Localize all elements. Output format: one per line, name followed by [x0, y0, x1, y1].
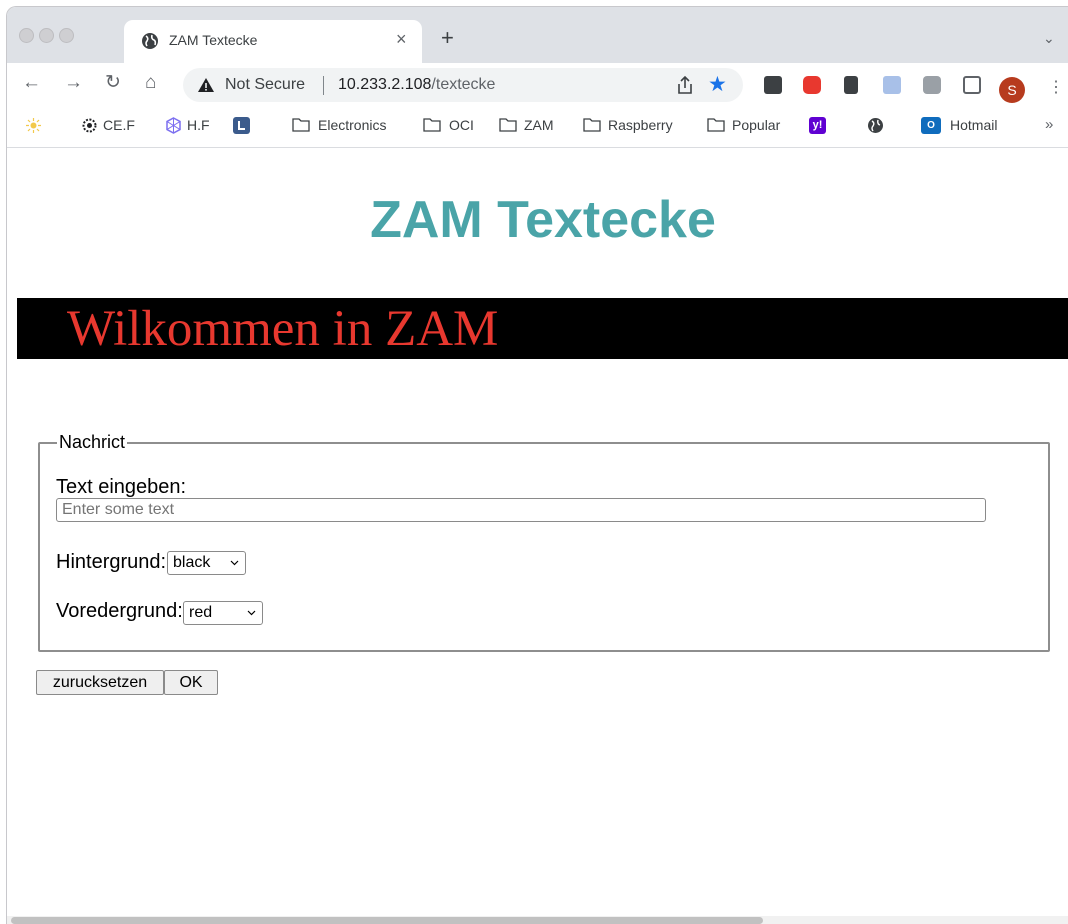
yahoo-icon[interactable]: y! — [809, 117, 826, 134]
warning-icon[interactable] — [197, 76, 215, 94]
address-bar[interactable]: Not Secure 10.233.2.108/textecke ★ — [183, 68, 743, 102]
url-text[interactable]: 10.233.2.108/textecke — [338, 76, 495, 94]
ok-button[interactable]: OK — [164, 670, 218, 695]
bookmarks-bar: CE.F H.F Electronics OCI ZAM Raspberry P… — [7, 107, 1068, 148]
bookmark-zam[interactable]: ZAM — [524, 116, 554, 134]
welcome-banner: Wilkommen in ZAM — [17, 298, 1068, 359]
home-button[interactable]: ⌂ — [145, 73, 156, 93]
bookmark-hotmail[interactable]: Hotmail — [950, 116, 997, 134]
message-fieldset: Nachrict Text eingeben: Hintergrund: bla… — [38, 432, 1050, 652]
extension-calendar-icon[interactable] — [883, 76, 901, 94]
browser-menu-icon[interactable]: ⋮ — [1048, 79, 1064, 97]
chevron-down-icon — [230, 560, 239, 566]
more-bookmarks-icon[interactable]: » — [1045, 116, 1053, 133]
browser-window: ZAM Textecke × + ⌄ ← → ↻ ⌂ Not Secure 10… — [6, 6, 1068, 924]
bookmark-oci[interactable]: OCI — [449, 116, 474, 134]
background-label: Hintergrund: — [56, 551, 167, 573]
reload-button[interactable]: ↻ — [105, 73, 121, 93]
bookmark-cef[interactable]: CE.F — [103, 116, 135, 134]
share-icon[interactable] — [676, 75, 694, 95]
extension-video-icon[interactable] — [803, 76, 821, 94]
new-tab-button[interactable]: + — [441, 27, 454, 49]
bookmark-popular[interactable]: Popular — [732, 116, 780, 134]
background-select[interactable]: black — [167, 551, 246, 575]
chevron-down-icon — [247, 610, 256, 616]
outlook-icon: O — [921, 117, 941, 134]
back-button[interactable]: ← — [22, 73, 41, 93]
hexagon-logo-icon — [166, 117, 181, 134]
message-text-input[interactable] — [56, 498, 986, 522]
bookmark-star-icon[interactable]: ★ — [708, 72, 727, 97]
extension-stack-icon[interactable] — [844, 76, 858, 94]
globe-icon[interactable] — [867, 117, 884, 134]
forward-button[interactable]: → — [64, 73, 83, 93]
active-tab[interactable]: ZAM Textecke × — [124, 20, 422, 63]
foreground-label: Voredergrund: — [56, 600, 183, 622]
foreground-select[interactable]: red — [183, 601, 263, 625]
profile-avatar[interactable]: S — [999, 77, 1025, 103]
text-input-label: Text eingeben: — [56, 476, 187, 498]
fieldset-legend: Nachrict — [57, 432, 128, 453]
folder-icon — [707, 118, 725, 132]
side-panel-icon[interactable] — [963, 76, 981, 94]
banner-text: Wilkommen in ZAM — [67, 301, 499, 357]
foreground-select-value: red — [189, 604, 213, 621]
url-host: 10.233.2.108 — [338, 76, 432, 93]
page-content: ZAM Textecke Wilkommen in ZAM Nachrict T… — [7, 148, 1068, 924]
extension-password-icon[interactable] — [764, 76, 782, 94]
tab-title: ZAM Textecke — [169, 32, 258, 48]
url-path: /textecke — [431, 76, 496, 93]
extensions-puzzle-icon[interactable] — [923, 76, 941, 94]
tab-strip: ZAM Textecke × + ⌄ — [7, 7, 1068, 63]
gear-logo-icon — [82, 118, 97, 133]
bookmark-l-icon[interactable] — [233, 117, 250, 134]
bookmark-electronics[interactable]: Electronics — [318, 116, 386, 134]
security-status-label[interactable]: Not Secure — [225, 76, 305, 94]
tab-search-chevron-icon[interactable]: ⌄ — [1043, 30, 1055, 47]
reset-button[interactable]: zurucksetzen — [36, 670, 164, 695]
browser-toolbar: ← → ↻ ⌂ Not Secure 10.233.2.108/textecke… — [7, 63, 1068, 107]
globe-icon — [142, 33, 158, 49]
folder-icon — [423, 118, 441, 132]
folder-icon — [292, 118, 310, 132]
background-select-value: black — [173, 554, 211, 571]
tab-close-icon[interactable]: × — [396, 29, 407, 50]
close-window-button[interactable] — [19, 28, 34, 43]
folder-icon — [499, 118, 517, 132]
sun-icon[interactable] — [25, 117, 42, 134]
bookmark-raspberry[interactable]: Raspberry — [608, 116, 673, 134]
page-title: ZAM Textecke — [370, 191, 716, 249]
minimize-window-button[interactable] — [39, 28, 54, 43]
address-divider — [323, 76, 324, 95]
folder-icon — [583, 118, 601, 132]
bookmark-hf[interactable]: H.F — [187, 116, 210, 134]
maximize-window-button[interactable] — [59, 28, 74, 43]
